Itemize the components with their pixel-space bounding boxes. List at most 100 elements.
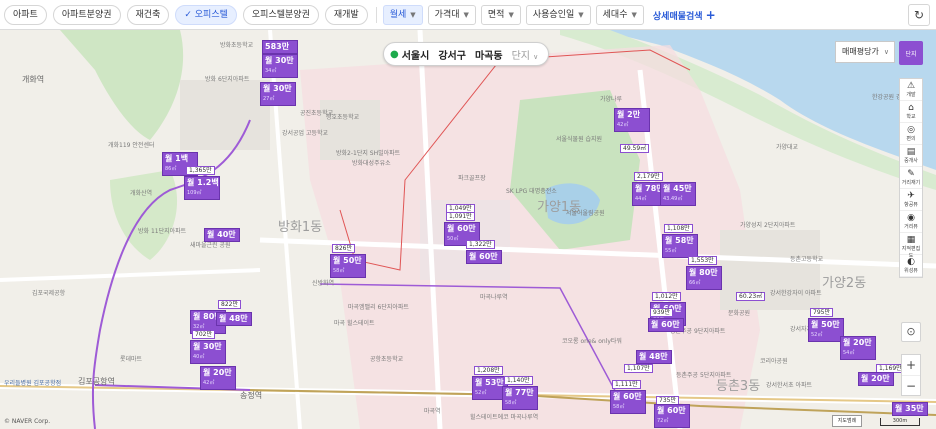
- dropdown-deal-type[interactable]: 월세 ▼: [382, 4, 423, 25]
- place-label: 코오롱 one& only타워: [562, 338, 622, 345]
- price-tag: 1,107만: [624, 364, 653, 373]
- price-tag: 1,111만: [612, 380, 641, 389]
- place-label: 문화공원: [728, 310, 751, 317]
- price-tag: 2,179만: [634, 172, 663, 181]
- plus-icon: +: [705, 7, 716, 22]
- price-marker[interactable]: 월 48만: [216, 312, 252, 326]
- place-label: 서울식물원 습지원: [556, 136, 603, 143]
- tool-aerial[interactable]: ✈ 항공뷰: [900, 189, 922, 211]
- price-marker[interactable]: 월 2만 42㎡: [614, 108, 650, 132]
- price-marker[interactable]: 월 60만: [466, 250, 502, 264]
- place-label: 코리아공원: [760, 358, 788, 365]
- place-label: 개화산역: [130, 190, 153, 197]
- region-gu[interactable]: 강서구: [438, 47, 466, 62]
- price-tag: 795만: [810, 308, 833, 317]
- place-label: SK LPG 대명충전소: [506, 188, 557, 195]
- tool-measure[interactable]: ✎ 거리재기: [900, 167, 922, 189]
- price-marker[interactable]: 월 30만 40㎡: [190, 340, 226, 364]
- price-marker[interactable]: 월 50만 52㎡: [808, 318, 844, 342]
- region-selector[interactable]: ● 서울시 강서구 마곡동 단지 ∨: [383, 42, 549, 66]
- satellite-icon: ◐: [907, 257, 915, 267]
- zoom-in-button[interactable]: +: [902, 355, 920, 375]
- dropdown-price[interactable]: 가격대 ▼: [427, 4, 476, 25]
- chip-officetel-presale[interactable]: 오피스텔분양권: [242, 4, 319, 25]
- region-sido[interactable]: 서울시: [402, 47, 430, 62]
- chip-officetel[interactable]: ✓ 오피스텔: [175, 4, 237, 25]
- price-tag: 49.59㎡: [620, 144, 650, 153]
- price-marker[interactable]: 월 45만 43.49㎡: [660, 182, 696, 206]
- price-marker[interactable]: 월 60만: [648, 318, 684, 332]
- dropdown-area[interactable]: 면적 ▼: [480, 4, 521, 25]
- street-view-icon: ◉: [907, 213, 915, 223]
- danji-toggle-button[interactable]: 단지: [899, 41, 923, 65]
- region-danji[interactable]: 단지 ∨: [512, 47, 539, 62]
- price-marker[interactable]: 월 50만 58㎡: [330, 254, 366, 278]
- place-label: 방화2-1단지 SH빌아파트: [336, 150, 401, 157]
- tool-convenience[interactable]: ◎ 편의: [900, 123, 922, 145]
- view-type-select[interactable]: 매매평당가 ∨: [835, 41, 895, 63]
- chevron-down-icon: ▼: [578, 10, 584, 19]
- place-label: 공항초등학교: [370, 356, 404, 363]
- chip-reconstruction[interactable]: 재건축: [126, 4, 170, 25]
- price-marker[interactable]: 월 30만 34㎡: [262, 54, 298, 78]
- place-label: 힐스테이트에코 마곡나루역: [470, 414, 539, 421]
- price-marker[interactable]: 월 60만 72㎡: [654, 404, 690, 428]
- chip-apartment-presale[interactable]: 아파트분양권: [52, 4, 121, 25]
- price-tag: 1,012만: [652, 292, 681, 301]
- price-marker[interactable]: 월 60만 58㎡: [610, 390, 646, 414]
- tool-satellite[interactable]: ◐ 위성뷰: [900, 255, 922, 277]
- price-marker[interactable]: 월 35만: [892, 402, 928, 416]
- price-marker[interactable]: 월 40만: [204, 228, 240, 242]
- location-pin-icon: ●: [390, 48, 399, 60]
- dropdown-approval-date[interactable]: 사용승인일 ▼: [525, 4, 591, 25]
- price-marker[interactable]: 월 20만 54㎡: [840, 336, 876, 360]
- detail-search-link[interactable]: 상세매물검색 +: [653, 8, 716, 22]
- price-marker[interactable]: 월 1.2백 109㎡: [184, 176, 220, 200]
- map-toolbar: ⚠ 개발 ⌂ 학교 ◎ 편의 ▤ 중개사 ✎ 거리재기 ✈ 항공뷰 ◉ 거리뷰 ▦ 지적편집도 …: [899, 78, 923, 278]
- my-location-button[interactable]: ⊙: [901, 322, 921, 342]
- map-legend-button[interactable]: 지도범례: [832, 415, 862, 427]
- place-label: 서울어울림공원: [566, 210, 605, 217]
- place-label: 방화 11단지아파트: [138, 228, 187, 235]
- chip-apartment[interactable]: 아파트: [4, 4, 47, 25]
- place-label: 롯데마트: [120, 356, 143, 363]
- place-label: 청호초등학교: [326, 114, 360, 121]
- scale-bar: 300m: [880, 418, 920, 426]
- filter-bar: 아파트 아파트분양권 재건축 ✓ 오피스텔 오피스텔분양권 재개발 월세 ▼ 가격…: [0, 0, 936, 30]
- price-tag: 702만: [192, 330, 215, 339]
- region-dong[interactable]: 마곡동: [475, 47, 503, 62]
- tool-agent[interactable]: ▤ 중개사: [900, 145, 922, 167]
- zoom-out-button[interactable]: −: [902, 375, 920, 395]
- place-label: 방화1동: [278, 220, 323, 235]
- price-marker[interactable]: 월 20만: [858, 372, 894, 386]
- price-marker[interactable]: 월 80만 66㎡: [686, 266, 722, 290]
- tool-school[interactable]: ⌂ 학교: [900, 101, 922, 123]
- price-marker[interactable]: 월 58만 55㎡: [662, 234, 698, 258]
- aerial-icon: ✈: [907, 191, 915, 201]
- price-marker[interactable]: 월 20만 42㎡: [200, 366, 236, 390]
- tool-development[interactable]: ⚠ 개발: [900, 79, 922, 101]
- place-label: 강서한서초 아파트: [766, 382, 813, 389]
- divider: [375, 6, 377, 23]
- tool-street[interactable]: ◉ 거리뷰: [900, 211, 922, 233]
- price-tag: 1,553만: [688, 256, 717, 265]
- place-label: 가양성지 2단지아파트: [740, 222, 796, 229]
- price-marker[interactable]: 월 77만 58㎡: [502, 386, 538, 410]
- price-marker[interactable]: 월 48만: [636, 350, 672, 364]
- map-view[interactable]: 개화역 방화초등학교 방화 6단지아파트 개화119 안전센터 공진초등학교 강…: [0, 30, 936, 429]
- convenience-icon: ◎: [907, 125, 915, 135]
- price-marker[interactable]: 583만: [262, 40, 298, 54]
- place-label: 개화역: [22, 75, 45, 84]
- price-tag: 826만: [332, 244, 355, 253]
- dropdown-households[interactable]: 세대수 ▼: [595, 4, 644, 25]
- chevron-down-icon: ▼: [463, 10, 469, 19]
- refresh-button[interactable]: ↻: [908, 4, 930, 26]
- place-label: 김포국제공항: [32, 290, 66, 297]
- place-label: 마곡 힐스테이트: [334, 320, 375, 327]
- place-label: 가양2동: [822, 276, 867, 291]
- chip-redevelopment[interactable]: 재개발: [324, 4, 368, 25]
- tool-cadastral[interactable]: ▦ 지적편집도: [900, 233, 922, 259]
- price-marker[interactable]: 월 30만 27㎡: [260, 82, 296, 106]
- place-label: 방화초등학교: [220, 42, 254, 49]
- price-tag: 1,208만: [474, 366, 503, 375]
